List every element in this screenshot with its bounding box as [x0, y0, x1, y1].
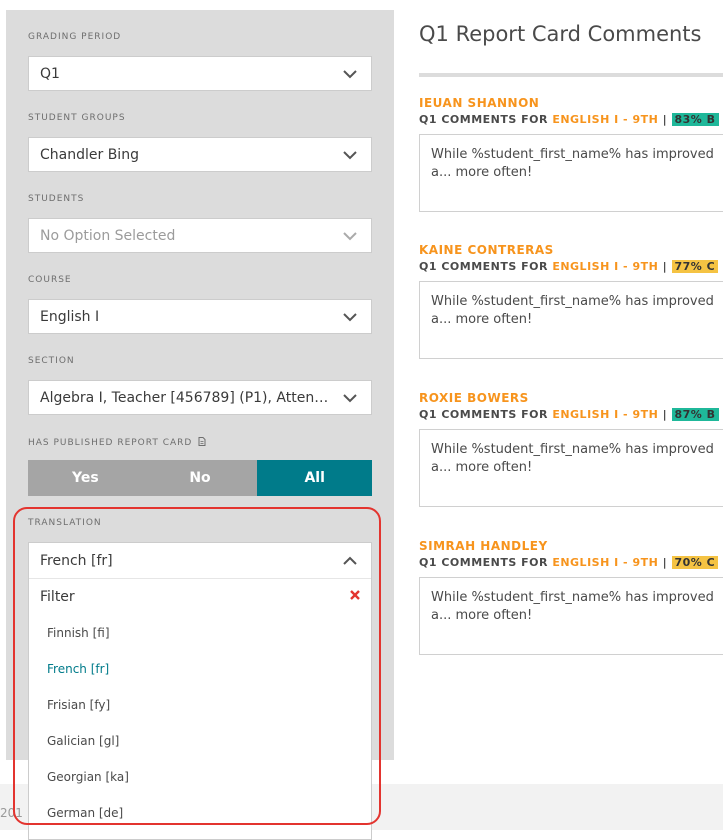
translation-option-french[interactable]: French [fr] — [29, 651, 371, 687]
student-card: IEUAN SHANNON Q1 COMMENTS FOR ENGLISH I … — [419, 96, 723, 212]
section-select[interactable]: Algebra I, Teacher [456789] (P1), Attend… — [28, 380, 372, 415]
section-value: Algebra I, Teacher [456789] (P1), Attend… — [40, 389, 335, 406]
comment-textarea[interactable]: While %student_first_name% has improved … — [419, 134, 723, 212]
chevron-down-icon — [343, 150, 357, 159]
course-value: English I — [40, 308, 100, 325]
comment-textarea[interactable]: While %student_first_name% has improved … — [419, 281, 723, 359]
student-groups-value: Chandler Bing — [40, 146, 139, 163]
comment-textarea[interactable]: While %student_first_name% has improved … — [419, 429, 723, 507]
close-icon[interactable] — [349, 589, 361, 601]
grade-badge: 87% B — [671, 408, 719, 421]
section-label: SECTION — [28, 356, 75, 366]
translation-option-georgian[interactable]: Georgian [ka] — [29, 759, 371, 795]
course-label: COURSE — [28, 275, 72, 285]
translation-filter-input[interactable]: Filter — [29, 579, 371, 615]
student-groups-select[interactable]: Chandler Bing — [28, 137, 372, 172]
grade-badge: 83% B — [671, 113, 719, 126]
course-name: ENGLISH I - 9TH — [552, 113, 659, 126]
chevron-down-icon — [343, 69, 357, 78]
student-subtitle: Q1 COMMENTS FOR ENGLISH I - 9TH | 87% B — [419, 408, 723, 421]
student-name: IEUAN SHANNON — [419, 96, 540, 110]
comments-prefix: Q1 COMMENTS FOR — [419, 556, 548, 569]
published-yes-button[interactable]: Yes — [28, 460, 143, 496]
published-label: HAS PUBLISHED REPORT CARD — [28, 437, 206, 448]
published-label-text: HAS PUBLISHED REPORT CARD — [28, 438, 193, 448]
comments-prefix: Q1 COMMENTS FOR — [419, 113, 548, 126]
student-card: SIMRAH HANDLEY Q1 COMMENTS FOR ENGLISH I… — [419, 539, 723, 655]
course-name: ENGLISH I - 9TH — [552, 260, 659, 273]
translation-label: TRANSLATION — [28, 518, 102, 528]
page-title: Q1 Report Card Comments — [419, 22, 702, 46]
translation-option-galician[interactable]: Galician [gl] — [29, 723, 371, 759]
students-label: STUDENTS — [28, 194, 85, 204]
translation-option-german[interactable]: German [de] — [29, 795, 371, 831]
translation-filter-placeholder: Filter — [40, 589, 75, 605]
student-card: KAINE CONTRERAS Q1 COMMENTS FOR ENGLISH … — [419, 243, 723, 359]
student-subtitle: Q1 COMMENTS FOR ENGLISH I - 9TH | 83% B — [419, 113, 723, 126]
comments-prefix: Q1 COMMENTS FOR — [419, 260, 548, 273]
student-name: KAINE CONTRERAS — [419, 243, 554, 257]
course-name: ENGLISH I - 9TH — [552, 408, 659, 421]
course-select[interactable]: English I — [28, 299, 372, 334]
grading-period-value: Q1 — [40, 65, 60, 82]
document-icon — [198, 437, 206, 446]
student-subtitle: Q1 COMMENTS FOR ENGLISH I - 9TH | 70% C — [419, 556, 723, 569]
student-groups-label: STUDENT GROUPS — [28, 113, 126, 123]
grade-badge: 77% C — [671, 260, 719, 273]
students-value: No Option Selected — [40, 227, 176, 244]
title-divider — [419, 73, 723, 77]
translation-select[interactable]: French [fr] — [29, 543, 371, 579]
translation-option-finnish[interactable]: Finnish [fi] — [29, 615, 371, 651]
students-select[interactable]: No Option Selected — [28, 218, 372, 253]
chevron-down-icon — [343, 312, 357, 321]
chevron-down-icon — [343, 393, 357, 402]
published-no-button[interactable]: No — [142, 460, 258, 496]
translation-option-frisian[interactable]: Frisian [fy] — [29, 687, 371, 723]
footer-text: 201 — [0, 806, 23, 820]
grading-period-label: GRADING PERIOD — [28, 32, 122, 42]
grading-period-select[interactable]: Q1 — [28, 56, 372, 91]
translation-value: French [fr] — [40, 552, 113, 569]
student-subtitle: Q1 COMMENTS FOR ENGLISH I - 9TH | 77% C — [419, 260, 723, 273]
published-all-button[interactable]: All — [257, 460, 373, 496]
student-name: SIMRAH HANDLEY — [419, 539, 548, 553]
comment-textarea[interactable]: While %student_first_name% has improved … — [419, 577, 723, 655]
grade-badge: 70% C — [671, 556, 719, 569]
published-toggle: Yes No All — [28, 460, 373, 496]
chevron-down-icon — [343, 231, 357, 240]
comments-prefix: Q1 COMMENTS FOR — [419, 408, 548, 421]
chevron-up-icon — [343, 556, 357, 565]
student-name: ROXIE BOWERS — [419, 391, 529, 405]
translation-dropdown: French [fr] Filter Finnish [fi] French [… — [28, 542, 372, 840]
filter-sidebar: GRADING PERIOD Q1 STUDENT GROUPS Chandle… — [6, 10, 394, 840]
course-name: ENGLISH I - 9TH — [552, 556, 659, 569]
student-card: ROXIE BOWERS Q1 COMMENTS FOR ENGLISH I -… — [419, 391, 723, 507]
